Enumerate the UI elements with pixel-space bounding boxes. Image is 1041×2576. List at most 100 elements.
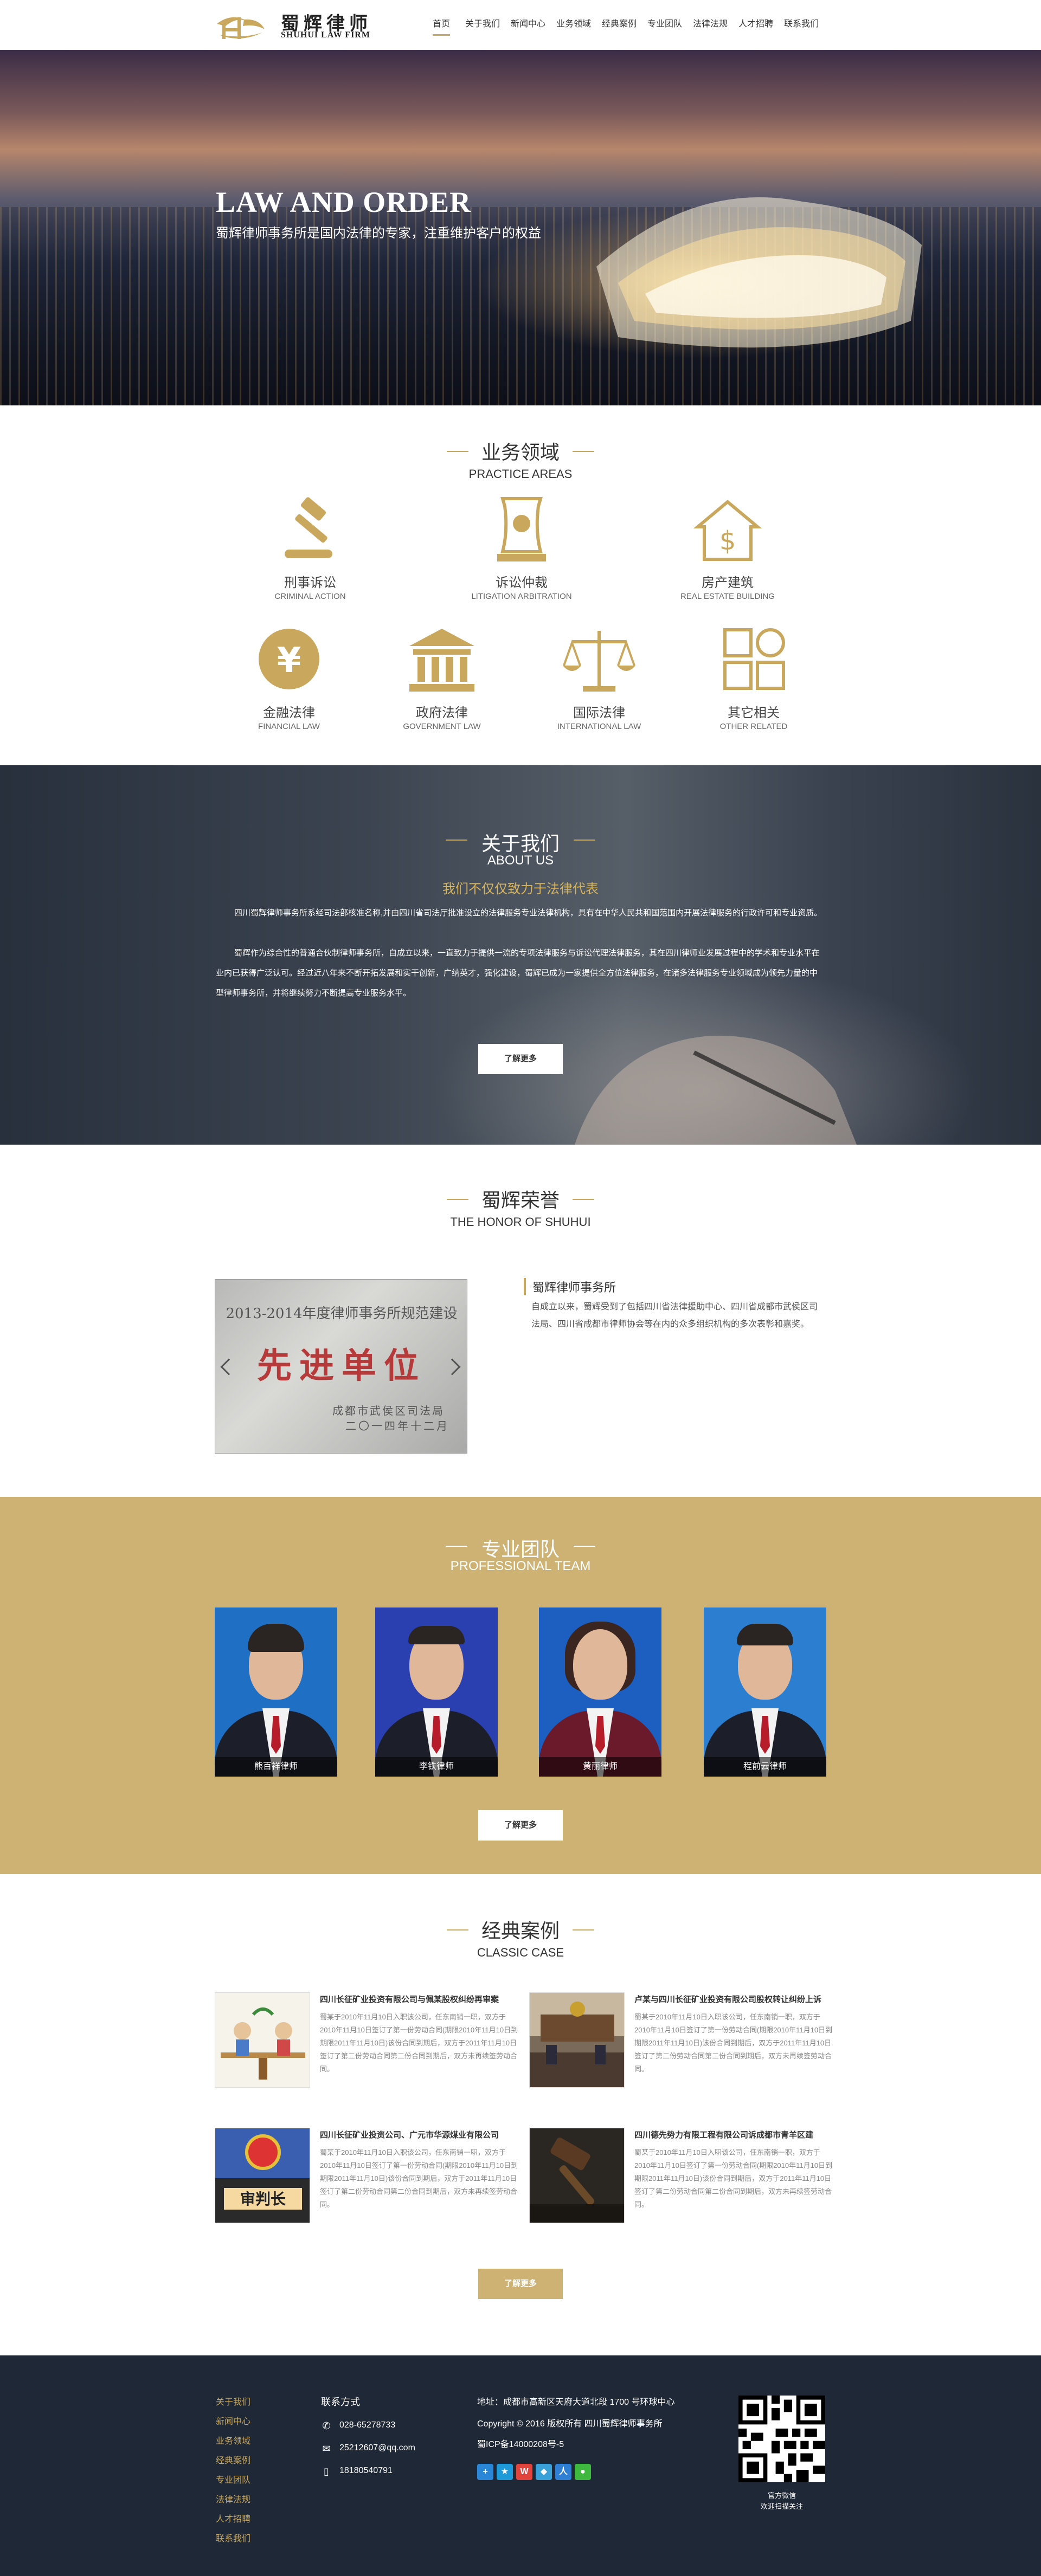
practice-label-en: OTHER RELATED — [719, 722, 788, 731]
plaque-line-3: 成都市武侯区司法局 — [332, 1404, 445, 1417]
gavel-icon — [285, 497, 332, 558]
team-member-card[interactable]: 李铁律师 — [375, 1607, 498, 1777]
practice-label-en: CRIMINAL ACTION — [274, 592, 346, 601]
honor-title-en: THE HONOR OF SHUHUI — [450, 1215, 591, 1229]
member-name: 熊百祥律师 — [215, 1757, 337, 1777]
footer-link-careers[interactable]: 人才招聘 — [216, 2512, 250, 2525]
practice-label-cn: 其它相关 — [728, 706, 780, 720]
case-title[interactable]: 四川长征矿业投资公司、广元市华源煤业有限公司 — [320, 2129, 499, 2140]
footer-email[interactable]: 25212607@qq.com — [339, 2443, 415, 2453]
cases-more-button[interactable]: 了解更多 — [478, 2269, 563, 2299]
nav-item-contact[interactable]: 联系我们 — [784, 16, 819, 36]
nav-item-cases[interactable]: 经典案例 — [602, 16, 637, 36]
case-summary: 蜀某于2010年11月10日入职该公司，任东南销一职，双方于2010年11月10… — [634, 2013, 833, 2073]
government-building-icon — [409, 629, 474, 692]
practice-item-other[interactable]: 其它相关 OTHER RELATED — [694, 623, 813, 731]
nav-item-laws[interactable]: 法律法规 — [693, 16, 728, 36]
share-weibo-icon[interactable]: W — [516, 2464, 532, 2480]
share-qzone-icon[interactable]: ★ — [497, 2464, 513, 2480]
cases-section-title: 经典案例 CLASSIC CASE — [0, 1915, 1041, 1960]
practice-label-cn: 政府法律 — [416, 706, 468, 720]
phone-icon: ✆ — [322, 2420, 331, 2431]
banner-subtitle: 蜀辉律师事务所是国内法律的专家，注重维护客户的权益 — [216, 226, 541, 241]
cases-title-en: CLASSIC CASE — [477, 1946, 564, 1959]
nav-item-careers[interactable]: 人才招聘 — [738, 16, 773, 36]
nav-item-home[interactable]: 首页 — [433, 16, 451, 36]
case-title[interactable]: 四川德先势力有限工程有限公司诉成都市青羊区建 — [634, 2129, 813, 2140]
team-more-button[interactable]: 了解更多 — [478, 1810, 563, 1841]
about-title-en: ABOUT US — [487, 853, 554, 868]
email-icon: ✉ — [322, 2443, 331, 2454]
qr-code-icon — [738, 2396, 825, 2482]
case-summary: 蜀某于2010年11月10日入职该公司，任东南销一职，双方于2010年11月10… — [320, 2013, 518, 2073]
hero-banner: LAW AND ORDER 蜀辉律师事务所是国内法律的专家，注重维护客户的权益 — [0, 50, 1041, 405]
case-image-label: 审判长 — [240, 2190, 286, 2208]
team-member-card[interactable]: 熊百祥律师 — [215, 1607, 337, 1777]
honor-firm-name: 蜀辉律师事务所 — [524, 1278, 616, 1295]
honor-section-title: 蜀辉荣誉 THE HONOR OF SHUHUI — [0, 1185, 1041, 1229]
footer-contact-title: 联系方式 — [321, 2397, 360, 2407]
member-name: 李铁律师 — [375, 1757, 498, 1777]
plaque-line-4: 二〇一四年十二月 — [345, 1419, 449, 1432]
courtroom-photo — [530, 1993, 624, 2087]
share-plus-icon[interactable]: + — [477, 2464, 493, 2480]
banner-title: LAW AND ORDER — [216, 186, 472, 218]
footer-link-news[interactable]: 新闻中心 — [216, 2414, 250, 2427]
practice-item-government[interactable]: 政府法律 GOVERNMENT LAW — [382, 623, 502, 731]
practice-item-realestate[interactable]: $ 房产建筑 REAL ESTATE BUILDING — [668, 493, 787, 601]
footer-link-about[interactable]: 关于我们 — [216, 2394, 250, 2407]
scales-icon — [563, 631, 635, 692]
case-image[interactable] — [529, 1992, 625, 2088]
cartoon-illustration — [221, 2007, 305, 2080]
nav-item-news[interactable]: 新闻中心 — [511, 16, 545, 36]
plaque-line-1: 2013-2014年度律师事务所规范建设 — [226, 1306, 458, 1322]
practice-item-litigation[interactable]: 诉讼仲裁 LITIGATION ARBITRATION — [462, 493, 581, 601]
plaque-line-2: 先进单位 — [257, 1346, 426, 1386]
footer-qr-line-1: 官方微信 — [767, 2491, 796, 2500]
practice-item-criminal[interactable]: 刑事诉讼 CRIMINAL ACTION — [250, 493, 370, 601]
case-title[interactable]: 四川长征矿业投资有限公司与佩某股权纠纷再审案 — [320, 1993, 499, 2005]
footer-address: 地址：成都市高新区天府大道北段 1700 号环球中心 — [477, 2398, 675, 2407]
footer-link-contact[interactable]: 联系我们 — [216, 2531, 250, 2544]
team-member-card[interactable]: 程前云律师 — [704, 1607, 826, 1777]
logo[interactable]: 蜀辉律师 SHUHUI LAW FIRM — [216, 8, 384, 42]
practice-item-finance[interactable]: ¥ 金融法律 FINANCIAL LAW — [229, 623, 349, 731]
case-summary: 蜀某于2010年11月10日入职该公司，任东南销一职，双方于2010年11月10… — [634, 2148, 833, 2209]
share-renren-icon[interactable]: 人 — [555, 2464, 571, 2480]
about-section: 关于我们 ABOUT US 我们不仅仅致力于法律代表 四川蜀辉律师事务所系经司法… — [0, 765, 1041, 1145]
award-icon — [497, 497, 546, 561]
footer-copyright: Copyright © 2016 版权所有 四川蜀辉律师事务所 — [477, 2419, 663, 2429]
nav-item-team[interactable]: 专业团队 — [647, 16, 682, 36]
footer-link-practice[interactable]: 业务领域 — [216, 2433, 250, 2446]
honor-title-cn: 蜀辉荣誉 — [481, 1189, 560, 1211]
cases-title-cn: 经典案例 — [481, 1920, 560, 1942]
logo-text-en: SHUHUI LAW FIRM — [281, 30, 370, 40]
case-image[interactable] — [529, 2128, 625, 2223]
case-summary: 蜀某于2010年11月10日入职该公司，任东南销一职，双方于2010年11月10… — [320, 2148, 518, 2209]
practice-label-en: FINANCIAL LAW — [258, 722, 320, 731]
footer-icp[interactable]: 蜀ICP备14000208号-5 — [477, 2437, 564, 2450]
honor-plaque-image: 2013-2014年度律师事务所规范建设 先进单位 成都市武侯区司法局 二〇一四… — [215, 1279, 467, 1454]
case-image[interactable]: 审判长 — [215, 2128, 310, 2223]
team-title-cn: 专业团队 — [481, 1538, 560, 1560]
about-more-button[interactable]: 了解更多 — [478, 1044, 563, 1074]
member-face — [573, 1629, 627, 1700]
team-title-en: PROFESSIONAL TEAM — [450, 1559, 591, 1573]
share-wechat-icon[interactable]: ● — [575, 2464, 591, 2480]
footer-link-team[interactable]: 专业团队 — [216, 2472, 250, 2485]
practice-label-en: REAL ESTATE BUILDING — [680, 592, 775, 601]
mobile-icon: ▯ — [324, 2466, 329, 2477]
team-member-card[interactable]: 黄丽律师 — [539, 1607, 661, 1777]
nav-item-practice[interactable]: 业务领域 — [556, 16, 591, 36]
logo-mark-icon — [217, 17, 265, 39]
case-image[interactable] — [215, 1992, 310, 2088]
practice-item-international[interactable]: 国际法律 INTERNATIONAL LAW — [539, 623, 659, 731]
practice-title-en: PRACTICE AREAS — [468, 467, 573, 481]
practice-label-cn: 国际法律 — [573, 706, 625, 720]
case-title[interactable]: 卢某与四川长征矿业投资有限公司股权转让纠纷上诉 — [634, 1993, 821, 2005]
footer-link-cases[interactable]: 经典案例 — [216, 2453, 250, 2466]
footer-link-laws[interactable]: 法律法规 — [216, 2492, 250, 2505]
nav-item-about[interactable]: 关于我们 — [465, 16, 500, 36]
share-tencent-icon[interactable]: ◆ — [536, 2464, 552, 2480]
member-hair — [737, 1624, 793, 1645]
